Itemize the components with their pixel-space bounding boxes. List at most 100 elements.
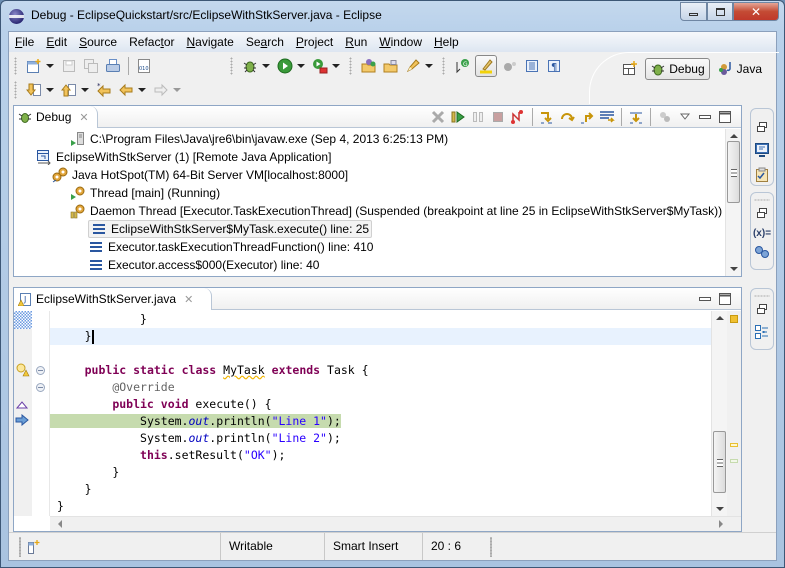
resume-icon[interactable] — [450, 109, 466, 125]
code-line[interactable] — [50, 345, 711, 362]
step-over-icon[interactable] — [559, 109, 575, 125]
console-icon[interactable] — [754, 142, 770, 161]
perspective-debug[interactable]: Debug — [645, 58, 710, 80]
show-whitespace-icon[interactable]: ¶ — [545, 57, 563, 75]
debug-dropdown-icon[interactable] — [262, 64, 270, 68]
trim-grip[interactable] — [754, 199, 770, 201]
warning-summary-icon[interactable] — [730, 315, 738, 323]
tree-item[interactable]: C:\Program Files\Java\jre6\bin\javaw.exe… — [70, 130, 448, 148]
minimize-view-icon[interactable] — [697, 109, 713, 125]
code-line[interactable]: this.setResult("OK"); — [50, 447, 711, 464]
restore-icon[interactable] — [756, 121, 768, 136]
perspective-java[interactable]: Java — [714, 58, 766, 80]
menu-source[interactable]: Source — [73, 33, 123, 51]
occurrence-marker[interactable] — [730, 443, 738, 447]
menu-search[interactable]: Search — [240, 33, 290, 51]
use-step-filters-icon[interactable] — [628, 109, 644, 125]
toggle-breakpoint-icon[interactable]: G — [453, 57, 471, 75]
last-edit-icon[interactable]: * — [95, 81, 113, 99]
back-icon[interactable] — [117, 81, 135, 99]
tree-item[interactable]: EclipseWithStkServer (1) [Remote Java Ap… — [36, 148, 331, 166]
tree-item[interactable]: Thread [main] (Running) — [70, 184, 220, 202]
step-into-icon[interactable] — [539, 109, 555, 125]
fast-view-icon[interactable] — [27, 539, 41, 558]
run-dropdown-icon[interactable] — [297, 64, 305, 68]
scroll-thumb[interactable] — [713, 431, 726, 493]
next-annotation-icon[interactable] — [25, 81, 43, 99]
drop-to-frame-icon[interactable] — [599, 109, 615, 125]
maximize-button[interactable] — [707, 2, 733, 21]
external-tools-icon[interactable] — [311, 57, 329, 75]
code-line[interactable]: System.out.println("Line 1"); — [50, 413, 711, 430]
toolbar-grip[interactable] — [14, 57, 17, 75]
code-line[interactable]: } — [50, 311, 711, 328]
toolbar-grip[interactable] — [230, 57, 233, 75]
menu-file[interactable]: File — [9, 33, 40, 51]
tasks-icon[interactable] — [754, 167, 770, 186]
vertical-ruler[interactable] — [14, 311, 32, 516]
code-line[interactable]: public void execute() { — [50, 396, 711, 413]
external-tools-dropdown-icon[interactable] — [332, 64, 340, 68]
tree-item[interactable]: Executor.taskExecutionThreadFunction() l… — [88, 238, 373, 256]
step-return-icon[interactable] — [579, 109, 595, 125]
scroll-down-icon[interactable] — [716, 507, 724, 511]
code-line[interactable]: } — [50, 464, 711, 481]
menu-run[interactable]: Run — [339, 33, 373, 51]
code-line[interactable]: } — [50, 498, 711, 515]
highlighter-dropdown-icon[interactable] — [425, 64, 433, 68]
trim-grip[interactable] — [754, 295, 770, 297]
mark-occurrences-icon[interactable] — [475, 55, 497, 77]
scroll-thumb[interactable] — [727, 141, 740, 203]
scroll-up-icon[interactable] — [716, 316, 724, 320]
close-button[interactable]: ✕ — [733, 2, 779, 21]
block-selection-icon[interactable] — [523, 57, 541, 75]
menu-project[interactable]: Project — [290, 33, 339, 51]
code-area[interactable]: } } public static class MyTask extends T… — [50, 311, 711, 516]
code-line[interactable]: } — [50, 328, 711, 345]
toolbar-grip[interactable] — [442, 57, 445, 75]
toolbar-grip[interactable] — [349, 57, 352, 75]
debug-vertical-scrollbar[interactable] — [725, 129, 741, 276]
scroll-right-icon[interactable] — [719, 520, 723, 528]
quick-fix-warning-icon[interactable] — [15, 363, 31, 380]
run-icon[interactable] — [276, 57, 294, 75]
binary-icon[interactable]: 010 — [135, 57, 153, 75]
tree-item-selected[interactable]: EclipseWithStkServer$MyTask.execute() li… — [88, 220, 373, 238]
highlighter-icon[interactable] — [404, 57, 422, 75]
code-line[interactable]: } — [50, 481, 711, 498]
open-task-icon[interactable] — [382, 57, 400, 75]
new-wizard-icon[interactable] — [25, 57, 43, 75]
fold-collapse-icon[interactable] — [36, 366, 45, 375]
tree-item[interactable]: Daemon Thread [Executor.TaskExecutionThr… — [70, 202, 722, 220]
back-dropdown-icon[interactable] — [138, 88, 146, 92]
scroll-down-icon[interactable] — [730, 267, 738, 271]
code-line[interactable]: @Override — [50, 379, 711, 396]
editor-horizontal-scrollbar[interactable] — [50, 516, 741, 531]
code-line[interactable]: public static class MyTask extends Task … — [50, 362, 711, 379]
tab-debug[interactable]: Debug ✕ — [14, 106, 98, 128]
maximize-view-icon[interactable] — [717, 291, 733, 307]
current-instruction-marker[interactable] — [730, 459, 738, 463]
tree-item[interactable]: Java HotSpot(TM) 64-Bit Server VM[localh… — [52, 166, 348, 184]
minimize-button[interactable] — [680, 2, 707, 21]
menu-window[interactable]: Window — [373, 33, 428, 51]
disconnect-icon[interactable] — [510, 109, 526, 125]
menu-edit[interactable]: Edit — [40, 33, 73, 51]
outline-icon[interactable] — [754, 324, 770, 343]
close-tab-icon[interactable]: ✕ — [79, 111, 88, 124]
maximize-view-icon[interactable] — [717, 109, 733, 125]
menu-help[interactable]: Help — [428, 33, 465, 51]
variables-icon[interactable]: (x)= — [753, 228, 771, 239]
open-perspective-icon[interactable] — [621, 60, 639, 78]
close-tab-icon[interactable]: ✕ — [184, 293, 193, 306]
minimize-view-icon[interactable] — [697, 291, 713, 307]
new-dropdown-icon[interactable] — [46, 64, 54, 68]
fold-collapse-icon[interactable] — [36, 383, 45, 392]
restore-icon[interactable] — [756, 207, 768, 222]
scroll-up-icon[interactable] — [730, 134, 738, 138]
breakpoints-icon[interactable] — [754, 245, 770, 262]
editor-vertical-scrollbar[interactable] — [711, 311, 727, 516]
menu-navigate[interactable]: Navigate — [180, 33, 239, 51]
previous-annotation-dropdown-icon[interactable] — [81, 88, 89, 92]
view-menu-icon[interactable] — [677, 109, 693, 125]
